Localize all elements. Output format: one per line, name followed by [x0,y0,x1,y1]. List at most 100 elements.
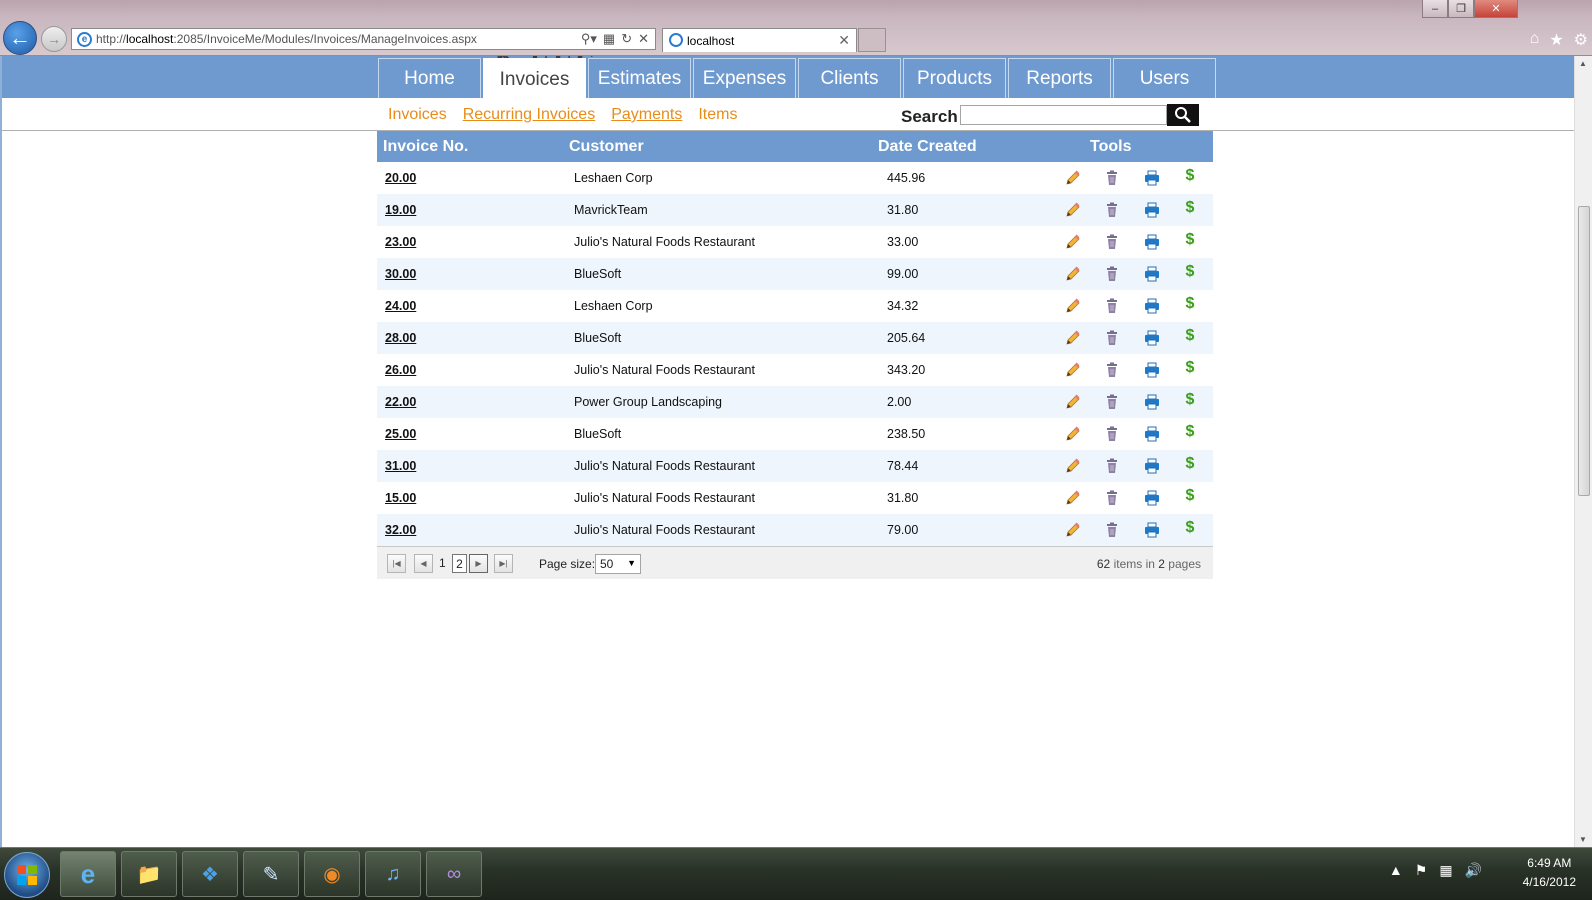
printer-icon[interactable] [1143,201,1161,219]
action-center-flag-icon[interactable]: ⚑ [1415,862,1428,879]
page-number-current[interactable]: 2 [452,554,467,573]
header-customer[interactable]: Customer [569,138,644,156]
dollar-icon[interactable]: $ [1181,231,1199,249]
taskbar-itunes[interactable]: ♫ [365,851,421,897]
back-button[interactable]: ← [3,21,37,55]
pencil-icon[interactable] [1064,233,1082,251]
prev-page-button[interactable]: ◀ [414,554,433,573]
tab-home[interactable]: Home [378,58,481,98]
pencil-icon[interactable] [1064,329,1082,347]
scrollbar-thumb[interactable] [1578,206,1590,496]
dollar-icon[interactable]: $ [1181,359,1199,377]
dollar-icon[interactable]: $ [1181,455,1199,473]
printer-icon[interactable] [1143,233,1161,251]
home-icon[interactable]: ⌂ [1530,30,1540,50]
trash-icon[interactable] [1103,169,1121,187]
pencil-icon[interactable] [1064,489,1082,507]
trash-icon[interactable] [1103,265,1121,283]
show-hidden-icons-icon[interactable]: ▲ [1389,862,1403,879]
dollar-icon[interactable]: $ [1181,167,1199,185]
invoice-number-link[interactable]: 23.00 [385,235,416,249]
first-page-button[interactable]: |◀ [387,554,406,573]
taskbar-explorer[interactable]: 📁 [121,851,177,897]
dollar-icon[interactable]: $ [1181,263,1199,281]
printer-icon[interactable] [1143,169,1161,187]
trash-icon[interactable] [1103,521,1121,539]
subnav-recurring-invoices-link[interactable]: Recurring Invoices [463,106,596,124]
pencil-icon[interactable] [1064,425,1082,443]
trash-icon[interactable] [1103,297,1121,315]
tab-invoices[interactable]: Invoices [483,58,586,100]
header-invoice-no[interactable]: Invoice No. [383,138,468,156]
invoice-number-link[interactable]: 28.00 [385,331,416,345]
subnav-invoices-link[interactable]: Invoices [388,106,447,124]
printer-icon[interactable] [1143,297,1161,315]
tab-clients[interactable]: Clients [798,58,901,98]
restore-button[interactable]: ❐ [1448,0,1474,18]
printer-icon[interactable] [1143,393,1161,411]
scroll-down-icon[interactable]: ▼ [1579,835,1587,844]
taskbar-dropbox[interactable]: ❖ [182,851,238,897]
dollar-icon[interactable]: $ [1181,199,1199,217]
printer-icon[interactable] [1143,489,1161,507]
taskbar-notepad[interactable]: ✎ [243,851,299,897]
search-dropdown-icon[interactable]: ⚲▾ [581,31,597,47]
trash-icon[interactable] [1103,425,1121,443]
forward-button[interactable]: → [41,26,67,52]
invoice-number-link[interactable]: 32.00 [385,523,416,537]
subnav-items-link[interactable]: Items [698,106,737,124]
background-tab[interactable] [110,4,330,26]
page-number[interactable]: 1 [439,556,446,570]
minimize-button[interactable]: – [1422,0,1448,18]
invoice-number-link[interactable]: 22.00 [385,395,416,409]
pencil-icon[interactable] [1064,169,1082,187]
dollar-icon[interactable]: $ [1181,327,1199,345]
scroll-up-icon[interactable]: ▲ [1579,59,1587,68]
background-tab[interactable] [845,4,1080,26]
pencil-icon[interactable] [1064,265,1082,283]
invoice-number-link[interactable]: 25.00 [385,427,416,441]
tab-close-icon[interactable]: ✕ [838,32,850,49]
dollar-icon[interactable]: $ [1181,423,1199,441]
refresh-icon[interactable]: ↻ [621,31,632,47]
background-tab[interactable] [350,4,570,26]
invoice-number-link[interactable]: 20.00 [385,171,416,185]
pencil-icon[interactable] [1064,521,1082,539]
invoice-number-link[interactable]: 31.00 [385,459,416,473]
trash-icon[interactable] [1103,201,1121,219]
trash-icon[interactable] [1103,233,1121,251]
volume-icon[interactable]: 🔊 [1465,862,1482,879]
printer-icon[interactable] [1143,425,1161,443]
trash-icon[interactable] [1103,329,1121,347]
printer-icon[interactable] [1143,329,1161,347]
invoice-number-link[interactable]: 15.00 [385,491,416,505]
compat-view-icon[interactable]: ▦ [603,31,615,47]
network-signal-icon[interactable]: ▦ [1439,862,1452,879]
new-tab-button[interactable] [858,28,886,52]
vertical-scrollbar[interactable]: ▲ ▼ [1574,56,1592,847]
printer-icon[interactable] [1143,265,1161,283]
tab-expenses[interactable]: Expenses [693,58,796,98]
dollar-icon[interactable]: $ [1181,295,1199,313]
trash-icon[interactable] [1103,457,1121,475]
printer-icon[interactable] [1143,361,1161,379]
printer-icon[interactable] [1143,457,1161,475]
taskbar-firefox[interactable]: ◉ [304,851,360,897]
taskbar-ie[interactable]: e [60,851,116,897]
address-bar[interactable]: e http://localhost:2085/InvoiceMe/Module… [71,28,656,50]
trash-icon[interactable] [1103,393,1121,411]
subnav-payments-link[interactable]: Payments [611,106,682,124]
pencil-icon[interactable] [1064,201,1082,219]
pencil-icon[interactable] [1064,393,1082,411]
printer-icon[interactable] [1143,521,1161,539]
close-window-button[interactable]: ✕ [1474,0,1518,18]
invoice-number-link[interactable]: 26.00 [385,363,416,377]
tab-estimates[interactable]: Estimates [588,58,691,98]
taskbar-visual-studio[interactable]: ∞ [426,851,482,897]
dollar-icon[interactable]: $ [1181,519,1199,537]
dollar-icon[interactable]: $ [1181,487,1199,505]
page-size-select[interactable]: 50 ▼ [595,554,641,574]
tools-gear-icon[interactable]: ⚙ [1574,30,1588,50]
search-input[interactable] [960,105,1167,125]
stop-icon[interactable]: ✕ [638,31,649,47]
